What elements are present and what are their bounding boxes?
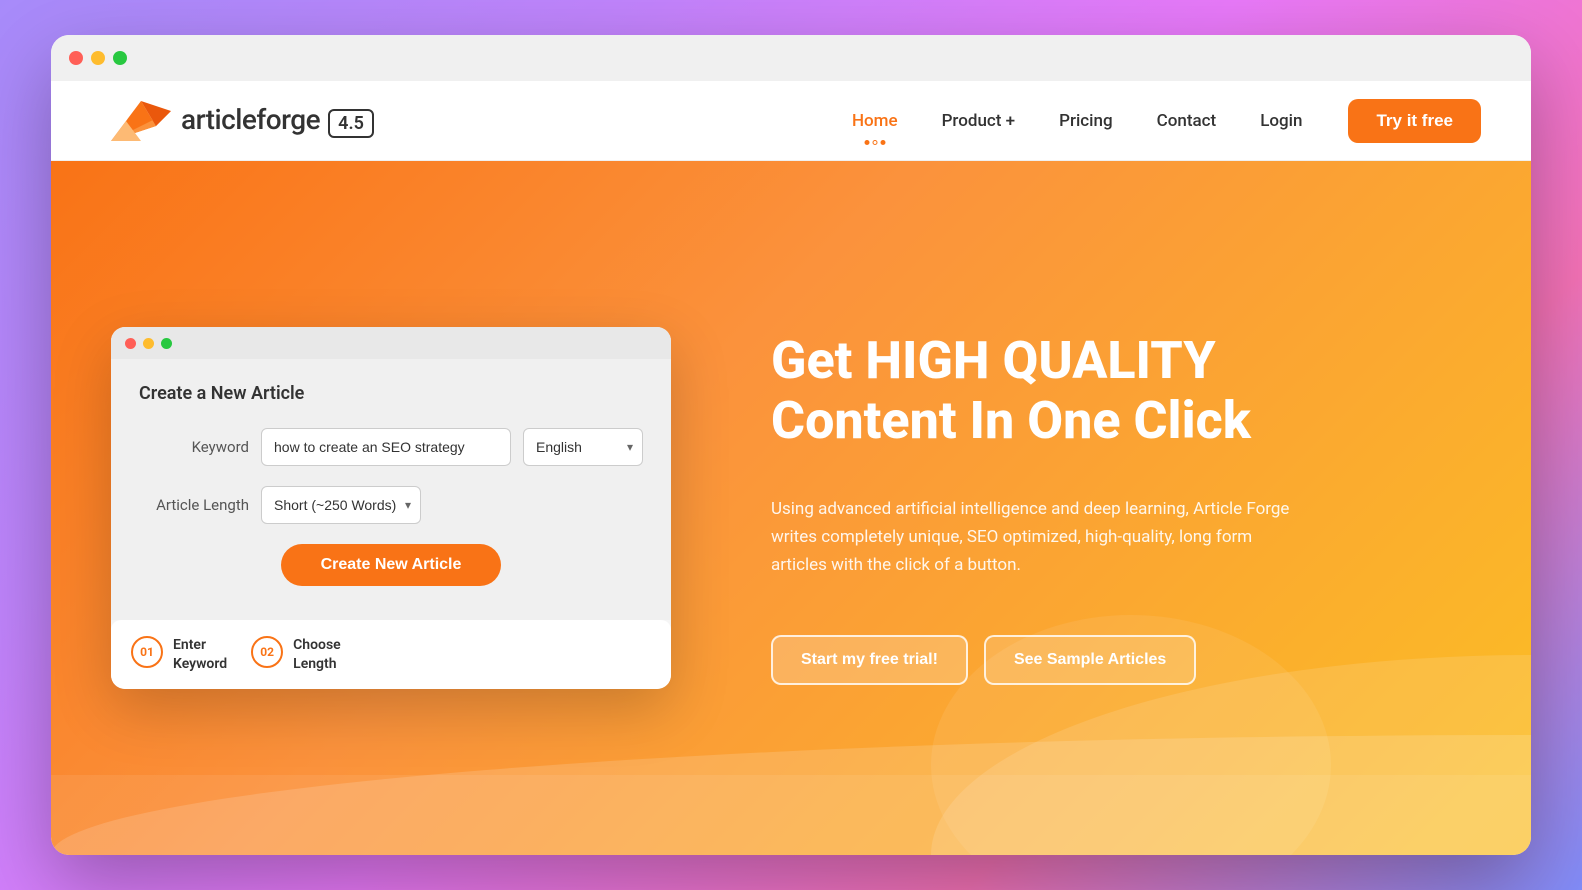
nav-item-product[interactable]: Product +: [924, 103, 1034, 139]
create-article-button[interactable]: Create New Article: [281, 544, 502, 586]
step-2: 02 ChooseLength: [251, 636, 341, 672]
length-label: Article Length: [139, 496, 249, 514]
hero-section: Create a New Article Keyword English Spa…: [51, 161, 1531, 855]
nav-item-pricing[interactable]: Pricing: [1041, 103, 1131, 139]
mockup-body: Create a New Article Keyword English Spa…: [111, 359, 671, 620]
browser-body: articleforge 4.5 Home Product + Pricing: [51, 81, 1531, 855]
browser-window: articleforge 4.5 Home Product + Pricing: [51, 35, 1531, 855]
hero-left: Create a New Article Keyword English Spa…: [111, 327, 711, 688]
nav-item-contact[interactable]: Contact: [1139, 103, 1235, 139]
language-select[interactable]: English Spanish French: [523, 428, 643, 466]
length-select-wrapper: Short (~250 Words) Medium (~500 Words) L…: [261, 486, 421, 524]
nav-item-login[interactable]: Login: [1242, 103, 1320, 139]
nav: Home Product + Pricing Contact: [834, 99, 1481, 143]
nav-dot-1: [864, 140, 869, 145]
keyword-row: Keyword English Spanish French: [139, 428, 643, 466]
steps-panel: 01 EnterKeyword 02 ChooseLength: [111, 620, 671, 688]
header: articleforge 4.5 Home Product + Pricing: [51, 81, 1531, 161]
keyword-input[interactable]: [261, 428, 511, 466]
language-select-wrapper: English Spanish French: [523, 428, 643, 466]
mockup-dot-red: [125, 338, 136, 349]
headline-line1: Get HIGH QUALITY: [771, 330, 1216, 391]
try-free-button[interactable]: Try it free: [1348, 99, 1481, 143]
length-select[interactable]: Short (~250 Words) Medium (~500 Words) L…: [261, 486, 421, 524]
hero-right: Get HIGH QUALITY Content In One Click Us…: [711, 331, 1471, 685]
logo-text: articleforge 4.5: [181, 103, 374, 138]
step-1-number: 01: [131, 636, 163, 668]
hero-buttons: Start my free trial! See Sample Articles: [771, 635, 1471, 685]
cta-primary-button[interactable]: Start my free trial!: [771, 635, 968, 685]
hero-subtext: Using advanced artificial intelligence a…: [771, 495, 1291, 579]
keyword-label: Keyword: [139, 438, 249, 456]
step-2-text: ChooseLength: [293, 636, 341, 672]
cta-secondary-button[interactable]: See Sample Articles: [984, 635, 1196, 685]
step-1-text: EnterKeyword: [173, 636, 227, 672]
browser-chrome: [51, 35, 1531, 81]
step-1: 01 EnterKeyword: [131, 636, 227, 672]
nav-dot-2: [872, 140, 877, 145]
hero-headline: Get HIGH QUALITY Content In One Click: [771, 331, 1471, 451]
browser-dot-yellow[interactable]: [91, 51, 105, 65]
mockup-chrome: [111, 327, 671, 359]
browser-dot-green[interactable]: [113, 51, 127, 65]
logo-area: articleforge 4.5: [101, 91, 374, 151]
logo-forge: forge: [256, 103, 320, 136]
step-2-number: 02: [251, 636, 283, 668]
mockup-title: Create a New Article: [139, 383, 643, 404]
mockup-dot-green: [161, 338, 172, 349]
bg-shape-3: [51, 775, 1531, 855]
logo-article: article: [181, 103, 256, 136]
logo-icon: [101, 91, 181, 151]
headline-line2: Content In One Click: [771, 390, 1251, 451]
app-mockup: Create a New Article Keyword English Spa…: [111, 327, 671, 688]
length-row: Article Length Short (~250 Words) Medium…: [139, 486, 643, 524]
nav-item-home[interactable]: Home: [834, 103, 916, 139]
browser-dot-red[interactable]: [69, 51, 83, 65]
nav-dot-3: [880, 140, 885, 145]
nav-active-indicator: [864, 140, 885, 145]
mockup-dot-yellow: [143, 338, 154, 349]
logo-version: 4.5: [328, 109, 374, 138]
